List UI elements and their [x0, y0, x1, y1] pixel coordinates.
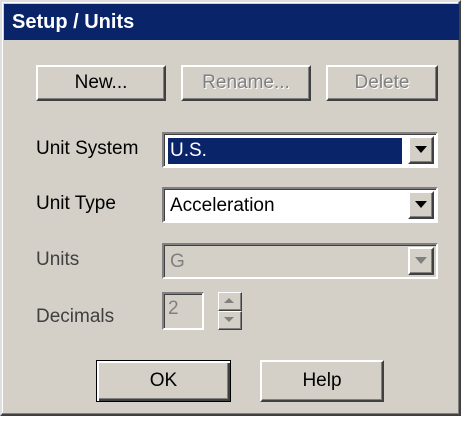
new-button[interactable]: New... — [36, 65, 166, 101]
decimals-label: Decimals — [36, 306, 115, 327]
units-dropdown[interactable]: G — [162, 243, 438, 279]
decimals-field[interactable]: 2 — [162, 292, 204, 330]
unit-type-dropdown[interactable]: Acceleration — [162, 187, 438, 223]
units-dropdown-button[interactable] — [408, 247, 434, 275]
decimals-spin-down[interactable] — [218, 311, 242, 330]
unit-type-label: Unit Type — [36, 193, 116, 214]
setup-units-dialog: Setup / Units New... Rename... Delete Un… — [0, 0, 461, 416]
unit-system-value: U.S. — [168, 138, 402, 164]
window-title: Setup / Units — [12, 11, 135, 33]
title-bar[interactable]: Setup / Units — [4, 4, 459, 40]
unit-type-dropdown-button[interactable] — [408, 191, 434, 219]
unit-system-dropdown[interactable]: U.S. — [162, 132, 438, 168]
units-label: Units — [36, 249, 80, 270]
ok-button[interactable]: OK — [96, 360, 231, 402]
decimals-spin-up[interactable] — [218, 292, 242, 311]
help-button[interactable]: Help — [260, 360, 384, 402]
delete-button[interactable]: Delete — [326, 65, 438, 101]
spin-down-icon — [224, 317, 234, 322]
unit-system-label: Unit System — [36, 138, 139, 159]
chevron-down-icon — [415, 257, 427, 264]
chevron-down-icon — [415, 201, 427, 208]
unit-system-dropdown-button[interactable] — [408, 136, 434, 164]
units-value: G — [170, 251, 185, 272]
rename-button[interactable]: Rename... — [181, 65, 311, 101]
chevron-down-icon — [415, 146, 427, 153]
spin-up-icon — [224, 298, 234, 303]
unit-type-value: Acceleration — [170, 195, 275, 216]
